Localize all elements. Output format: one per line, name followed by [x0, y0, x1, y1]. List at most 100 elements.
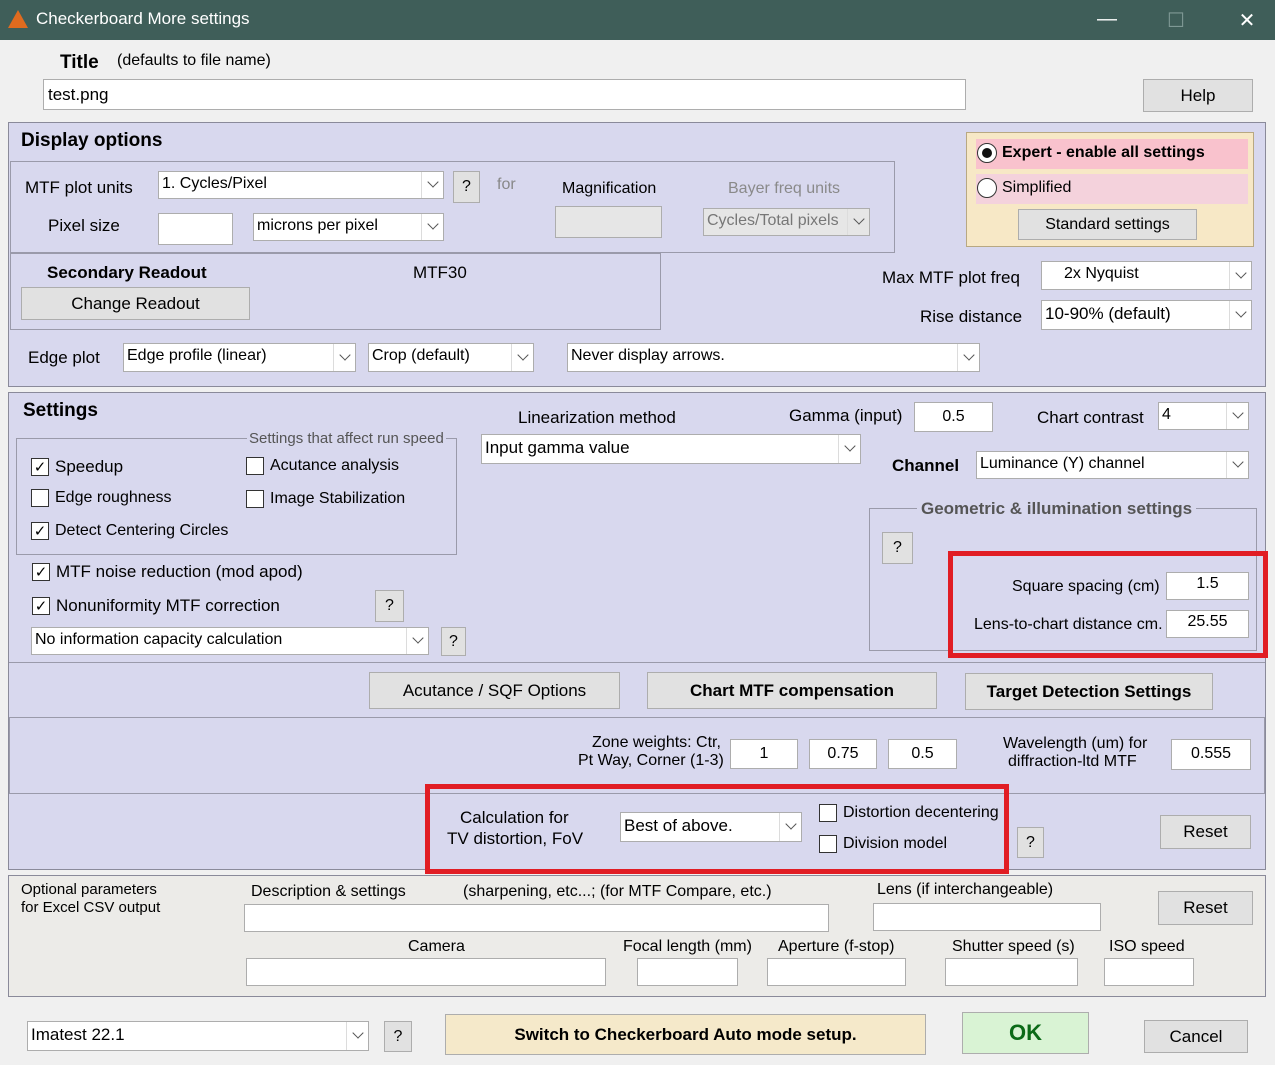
standard-settings-button[interactable]: Standard settings	[1018, 209, 1197, 240]
zone-pt-input[interactable]: 0.75	[809, 739, 877, 769]
radio-selected-icon	[977, 143, 997, 163]
chart-contrast-dropdown[interactable]: 4	[1158, 402, 1249, 430]
bayer-freq-value: Cycles/Total pixels	[707, 212, 839, 229]
max-mtf-freq-dropdown[interactable]: 2x Nyquist	[1041, 261, 1252, 290]
mtf-units-dropdown[interactable]: 1. Cycles/Pixel	[158, 171, 444, 199]
gamma-input[interactable]: 0.5	[914, 402, 993, 432]
centering-circles-checkbox[interactable]: ✓ Detect Centering Circles	[31, 522, 228, 540]
check-icon: ✓	[32, 563, 50, 581]
mtf-units-help-button[interactable]: ?	[453, 171, 480, 203]
version-dropdown[interactable]: Imatest 22.1	[27, 1021, 369, 1051]
optional-reset-button[interactable]: Reset	[1158, 891, 1253, 925]
settings-heading: Settings	[23, 400, 98, 421]
simplified-radio[interactable]: Simplified	[977, 178, 1071, 198]
nonuniformity-checkbox[interactable]: ✓ Nonuniformity MTF correction	[32, 596, 280, 616]
zone-corner-input[interactable]: 0.5	[888, 739, 957, 769]
settings-reset-button[interactable]: Reset	[1160, 815, 1251, 849]
channel-dropdown[interactable]: Luminance (Y) channel	[976, 451, 1249, 479]
title-bar: Checkerboard More settings — ☐ ✕	[0, 0, 1275, 40]
lens-input[interactable]	[873, 903, 1101, 931]
rise-distance-dropdown[interactable]: 10-90% (default)	[1041, 300, 1252, 330]
acutance-checkbox[interactable]: Acutance analysis	[246, 457, 399, 475]
divider	[9, 662, 1265, 663]
distortion-help-button[interactable]: ?	[1017, 827, 1044, 858]
aperture-input[interactable]	[767, 958, 906, 986]
description-hint: (sharpening, etc...; (for MTF Compare, e…	[463, 883, 772, 900]
chevron-down-icon	[421, 214, 443, 240]
edge-profile-dropdown[interactable]: Edge profile (linear)	[123, 343, 356, 372]
zone-ctr-input[interactable]: 1	[730, 739, 798, 769]
ok-button[interactable]: OK	[962, 1012, 1089, 1054]
chevron-down-icon	[1226, 452, 1248, 478]
description-input[interactable]	[244, 904, 829, 932]
edge-plot-label: Edge plot	[28, 348, 100, 367]
shutter-label: Shutter speed (s)	[952, 938, 1075, 955]
speedup-label: Speedup	[55, 457, 124, 476]
switch-auto-mode-button[interactable]: Switch to Checkerboard Auto mode setup.	[445, 1014, 926, 1055]
acutance-label: Acutance analysis	[270, 457, 399, 474]
iso-input[interactable]	[1104, 958, 1194, 986]
cancel-button[interactable]: Cancel	[1144, 1020, 1248, 1053]
camera-label: Camera	[408, 938, 465, 955]
focal-length-input[interactable]	[637, 958, 738, 986]
linearization-label: Linearization method	[518, 408, 676, 427]
info-capacity-dropdown[interactable]: No information capacity calculation	[31, 627, 429, 655]
chevron-down-icon	[346, 1022, 368, 1050]
edge-roughness-checkbox[interactable]: Edge roughness	[31, 489, 172, 507]
display-options-heading: Display options	[21, 130, 163, 151]
image-stabilization-checkbox[interactable]: Image Stabilization	[246, 490, 405, 508]
checkbox-empty-icon	[246, 457, 264, 475]
crop-value: Crop (default)	[372, 347, 470, 364]
arrows-dropdown[interactable]: Never display arrows.	[567, 343, 980, 372]
chart-contrast-label: Chart contrast	[1037, 408, 1144, 427]
expert-label: Expert - enable all settings	[1002, 144, 1205, 161]
focal-length-label: Focal length (mm)	[623, 938, 752, 955]
channel-value: Luminance (Y) channel	[980, 455, 1145, 472]
matlab-icon	[8, 10, 28, 28]
title-input[interactable]: test.png	[43, 79, 966, 110]
help-button[interactable]: Help	[1143, 79, 1253, 112]
speedup-checkbox[interactable]: ✓ Speedup	[31, 457, 123, 477]
chevron-down-icon	[406, 628, 428, 654]
chart-mtf-button[interactable]: Chart MTF compensation	[647, 672, 937, 709]
linearization-value: Input gamma value	[485, 438, 630, 457]
pixel-size-input[interactable]	[158, 213, 233, 245]
title-label: Title	[60, 52, 99, 73]
nonuniformity-help-button[interactable]: ?	[375, 590, 404, 622]
magnification-input	[555, 206, 662, 238]
speed-group-legend: Settings that affect run speed	[247, 430, 446, 447]
change-readout-button[interactable]: Change Readout	[21, 287, 250, 320]
version-value: Imatest 22.1	[31, 1025, 125, 1044]
crop-dropdown[interactable]: Crop (default)	[368, 343, 534, 372]
target-detection-button[interactable]: Target Detection Settings	[965, 673, 1213, 710]
close-icon[interactable]: ✕	[1232, 8, 1262, 33]
info-capacity-help-button[interactable]: ?	[441, 627, 466, 656]
maximize-icon[interactable]: ☐	[1161, 8, 1191, 33]
wavelength-input[interactable]: 0.555	[1171, 739, 1251, 770]
noise-reduction-checkbox[interactable]: ✓ MTF noise reduction (mod apod)	[32, 562, 303, 582]
wavelength-label-1: Wavelength (um) for	[1003, 735, 1148, 752]
expert-radio[interactable]: Expert - enable all settings	[977, 143, 1205, 163]
minimize-icon[interactable]: —	[1092, 8, 1122, 31]
geometric-help-button[interactable]: ?	[882, 532, 913, 564]
chevron-down-icon	[1229, 301, 1251, 329]
lens-label: Lens (if interchangeable)	[877, 881, 1054, 898]
chevron-down-icon	[421, 172, 443, 198]
bayer-freq-label: Bayer freq units	[728, 180, 841, 197]
for-label: for	[497, 176, 516, 193]
checkbox-empty-icon	[246, 490, 264, 508]
version-help-button[interactable]: ?	[384, 1021, 412, 1052]
simplified-label: Simplified	[1002, 179, 1072, 196]
camera-input[interactable]	[246, 958, 606, 986]
nonuniformity-label: Nonuniformity MTF correction	[56, 596, 280, 615]
chevron-down-icon	[957, 344, 979, 371]
arrows-value: Never display arrows.	[571, 347, 725, 364]
magnification-label: Magnification	[562, 180, 657, 197]
rise-distance-label: Rise distance	[920, 307, 1023, 326]
check-icon: ✓	[31, 458, 49, 476]
pixel-unit-dropdown[interactable]: microns per pixel	[253, 213, 444, 241]
linearization-dropdown[interactable]: Input gamma value	[481, 434, 861, 464]
acutance-sqf-button[interactable]: Acutance / SQF Options	[369, 672, 620, 709]
info-capacity-value: No information capacity calculation	[35, 631, 283, 648]
shutter-input[interactable]	[945, 958, 1078, 986]
